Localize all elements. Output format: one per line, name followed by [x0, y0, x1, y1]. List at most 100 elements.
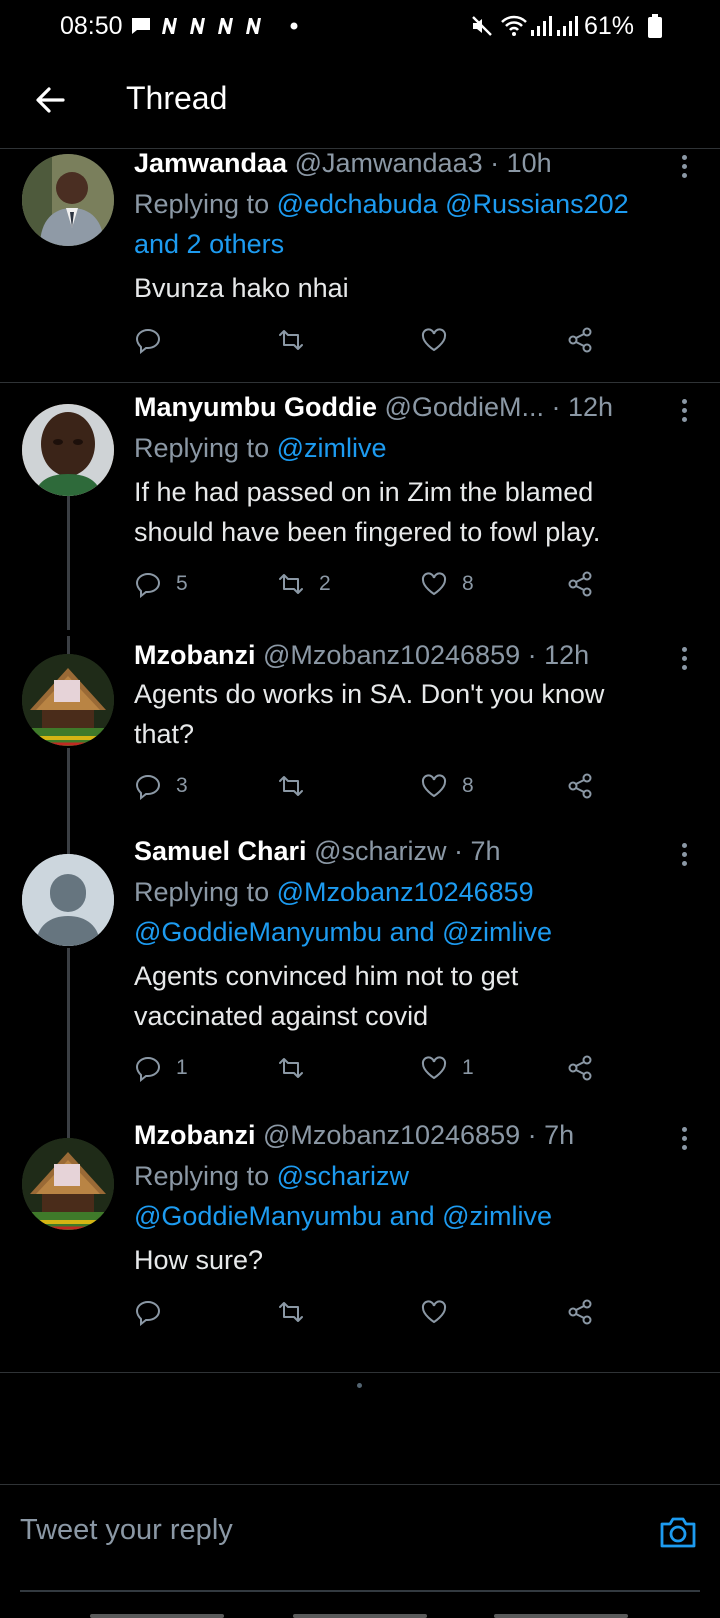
tweet-time: · 7h — [527, 1120, 575, 1150]
user-handle: @Jamwandaa3 — [294, 148, 483, 178]
nav-handle — [90, 1614, 224, 1618]
avatar[interactable] — [22, 854, 114, 946]
tweet-1[interactable]: Jamwandaa @Jamwandaa3 · 10h Replying to … — [0, 148, 720, 382]
display-name[interactable]: Jamwandaa — [134, 148, 287, 178]
share-icon — [568, 1055, 592, 1081]
mention-link[interactable]: and 2 others — [134, 229, 284, 259]
share-button[interactable] — [566, 564, 594, 604]
retweet-button[interactable] — [277, 1292, 319, 1332]
tweet-actions: 1 1 — [134, 1048, 604, 1088]
share-button[interactable] — [566, 320, 594, 360]
share-icon — [568, 327, 592, 353]
more-options-button[interactable] — [664, 148, 704, 184]
like-button[interactable] — [420, 320, 462, 360]
thread-line — [67, 836, 70, 854]
tweet-4[interactable]: Samuel Chari @scharizw · 7h Replying to … — [0, 836, 720, 1120]
like-button[interactable] — [420, 1292, 462, 1332]
display-name[interactable]: Mzobanzi — [134, 640, 256, 670]
camera-button[interactable] — [656, 1510, 700, 1554]
thread-line — [67, 1120, 70, 1138]
display-name[interactable]: Samuel Chari — [134, 836, 307, 866]
tweet-divider — [0, 1372, 720, 1373]
mention-link[interactable]: @GoddieManyumbu — [134, 917, 382, 947]
heart-icon — [421, 328, 447, 352]
user-handle: @scharizw — [314, 836, 447, 866]
nav-handle — [293, 1614, 427, 1618]
mention-link[interactable]: @edchabuda @Russians202 — [277, 189, 629, 219]
thread-line — [67, 748, 70, 836]
nav-handle — [494, 1614, 628, 1618]
reply-icon — [135, 328, 161, 354]
tweet-text: Bvunza hako nhai — [134, 273, 349, 303]
news-n-icon — [190, 18, 205, 34]
reply-input[interactable] — [20, 1504, 620, 1556]
mention-link[interactable]: @zimlive — [277, 433, 387, 463]
avatar[interactable] — [22, 1138, 114, 1230]
mention-link[interactable]: @zimlive — [442, 1201, 552, 1231]
tweet-text-line: that? — [134, 719, 195, 749]
tweet-5[interactable]: Mzobanzi @Mzobanz10246859 · 7h Replying … — [0, 1120, 720, 1372]
reply-button[interactable] — [134, 320, 176, 360]
retweet-button[interactable] — [277, 320, 319, 360]
tweet-2[interactable]: Manyumbu Goddie @GoddieM... · 12h Replyi… — [0, 384, 720, 636]
compose-underline — [20, 1590, 700, 1592]
tweet-text: How sure? — [134, 1245, 264, 1275]
mention-link[interactable]: @GoddieManyumbu — [134, 1201, 382, 1231]
like-button[interactable]: 8 — [420, 766, 474, 806]
share-icon — [568, 1299, 592, 1325]
like-count: 8 — [462, 572, 474, 595]
retweet-button[interactable]: 2 — [277, 564, 331, 604]
retweet-icon — [279, 1058, 303, 1078]
tweet-header: Mzobanzi @Mzobanz10246859 · 7h — [134, 1116, 658, 1154]
reply-button[interactable]: 5 — [134, 564, 188, 604]
signal-icon — [557, 16, 578, 36]
signal-icon — [531, 16, 552, 36]
mention-link[interactable]: @scharizw — [277, 1161, 409, 1191]
arrow-left-icon — [36, 87, 65, 113]
more-options-button[interactable] — [664, 392, 704, 428]
tweet-header: Mzobanzi @Mzobanz10246859 · 12h — [134, 636, 658, 674]
page-title: Thread — [126, 80, 228, 116]
tweet-time: · 12h — [551, 392, 614, 422]
heart-icon — [421, 774, 447, 798]
loading-indicator — [357, 1383, 362, 1388]
share-button[interactable] — [566, 766, 594, 806]
display-name[interactable]: Manyumbu Goddie — [134, 392, 377, 422]
avatar[interactable] — [22, 654, 114, 746]
replying-to: Replying to @Mzobanz10246859 @GoddieMany… — [134, 872, 694, 952]
retweet-icon — [279, 330, 303, 350]
avatar[interactable] — [22, 154, 114, 246]
thread-line — [67, 636, 70, 654]
replying-to: Replying to @edchabuda @Russians202 and … — [134, 184, 694, 264]
retweet-button[interactable] — [277, 766, 319, 806]
tweet-time: · 7h — [454, 836, 501, 866]
replying-prefix: Replying to — [134, 877, 270, 907]
default-avatar-icon — [22, 854, 114, 946]
retweet-button[interactable] — [277, 1048, 319, 1088]
more-options-button[interactable] — [664, 836, 704, 872]
like-button[interactable]: 8 — [420, 564, 474, 604]
more-options-button[interactable] — [664, 640, 704, 676]
thread-line — [67, 948, 70, 1120]
share-icon — [568, 571, 592, 597]
back-button[interactable] — [28, 78, 72, 122]
mention-link[interactable]: @zimlive — [442, 917, 552, 947]
avatar[interactable] — [22, 404, 114, 496]
tweet-3[interactable]: Mzobanzi @Mzobanz10246859 · 12h Agents d… — [0, 636, 720, 836]
share-button[interactable] — [566, 1048, 594, 1088]
reply-button[interactable]: 1 — [134, 1048, 188, 1088]
news-n-icon — [246, 18, 261, 34]
retweet-icon — [279, 776, 303, 796]
display-name[interactable]: Mzobanzi — [134, 1120, 256, 1150]
tweet-actions — [134, 320, 604, 360]
more-options-button[interactable] — [664, 1120, 704, 1156]
share-button[interactable] — [566, 1292, 594, 1332]
thread-header: Thread — [0, 56, 720, 149]
news-n-icon — [218, 18, 233, 34]
battery-percent: 61% — [584, 12, 635, 40]
like-button[interactable]: 1 — [420, 1048, 474, 1088]
reply-button[interactable] — [134, 1292, 176, 1332]
mention-link[interactable]: @Mzobanz10246859 — [277, 877, 534, 907]
reply-button[interactable]: 3 — [134, 766, 188, 806]
heart-icon — [421, 1056, 447, 1080]
